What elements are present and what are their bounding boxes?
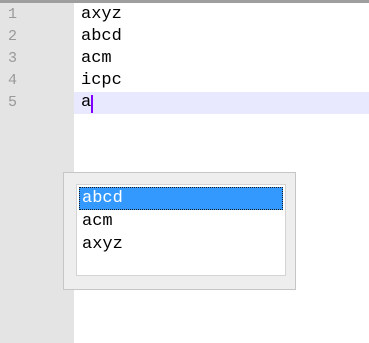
code-line-text: acm [81,49,112,68]
text-caret [91,95,93,113]
code-line[interactable]: acm [74,48,369,70]
gutter-line: 1 [0,4,74,26]
line-number: 5 [8,94,18,111]
code-line-text: icpc [81,71,122,90]
current-code-line[interactable]: a [74,92,369,114]
code-line[interactable]: icpc [74,70,369,92]
autocomplete-item-selected[interactable]: abcd [79,187,283,210]
line-number: 2 [8,28,18,45]
line-number: 4 [8,72,18,89]
line-number: 3 [8,50,18,67]
line-number: 1 [8,6,18,23]
code-line-text: axyz [81,5,122,24]
code-line[interactable]: abcd [74,26,369,48]
gutter-line: 2 [0,26,74,48]
autocomplete-item[interactable]: acm [79,210,283,233]
code-line-text: abcd [81,27,122,46]
code-line[interactable]: axyz [74,4,369,26]
autocomplete-item[interactable]: axyz [79,233,283,256]
autocomplete-list[interactable]: abcd acm axyz [76,184,286,276]
autocomplete-popup: abcd acm axyz [63,172,296,290]
gutter-line: 4 [0,70,74,92]
gutter-line: 3 [0,48,74,70]
gutter-line: 5 [0,92,74,114]
code-line-text: a [81,93,92,112]
